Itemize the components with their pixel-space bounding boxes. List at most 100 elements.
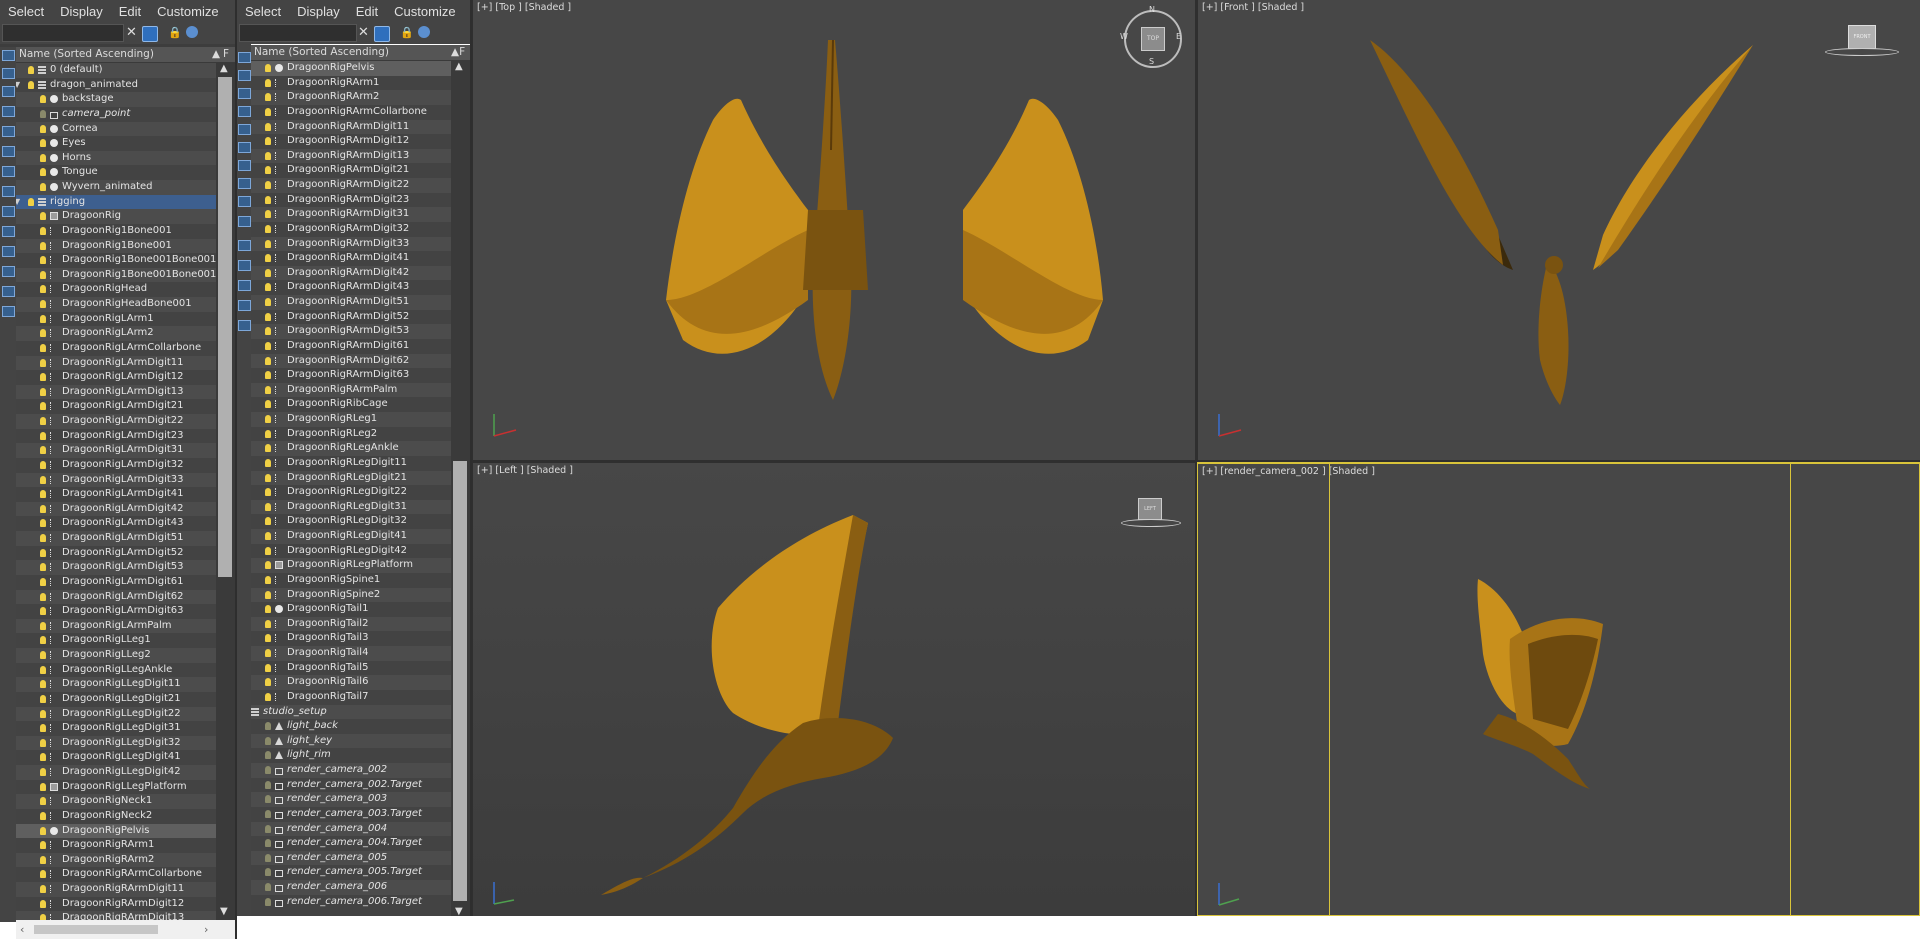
visibility-bulb-icon[interactable]	[40, 753, 46, 762]
visibility-bulb-icon[interactable]	[40, 226, 46, 235]
tree-row[interactable]: DragoonRigRLegPlatform	[251, 558, 451, 573]
visibility-bulb-icon[interactable]	[265, 619, 271, 628]
menu-display[interactable]: Display	[52, 4, 111, 19]
tree-row[interactable]: DragoonRigLLegPlatform	[16, 779, 216, 795]
tree-row[interactable]: DragoonRigLLegDigit32	[16, 735, 216, 751]
scroll-left-icon[interactable]: ‹	[20, 923, 24, 936]
visibility-bulb-icon[interactable]	[40, 826, 46, 835]
visibility-bulb-icon[interactable]	[28, 80, 34, 89]
viewport-camera[interactable]: [+] [render_camera_002 ] [Shaded ]	[1198, 463, 1920, 917]
tree-row[interactable]: DragoonRig1Bone001Bone001	[16, 253, 216, 268]
visibility-bulb-icon[interactable]	[265, 415, 271, 423]
tree-row[interactable]: render_camera_004	[251, 821, 451, 837]
menu-customize[interactable]: Customize	[386, 4, 463, 19]
tree-row[interactable]: 0 (default)	[16, 63, 216, 78]
tree-row[interactable]: render_camera_006	[251, 880, 451, 895]
visibility-bulb-icon[interactable]	[265, 751, 271, 760]
tree-row[interactable]: DragoonRigLArmDigit22	[16, 414, 216, 429]
visibility-bulb-icon[interactable]	[265, 663, 271, 672]
visibility-bulb-icon[interactable]	[265, 634, 271, 643]
tree-row[interactable]: DragoonRigLLeg2	[16, 648, 216, 663]
visibility-bulb-icon[interactable]	[265, 839, 271, 848]
visibility-bulb-icon[interactable]	[40, 460, 46, 469]
visibility-bulb-icon[interactable]	[265, 93, 271, 102]
tree-row[interactable]: render_camera_005	[251, 850, 451, 866]
visibility-bulb-icon[interactable]	[40, 797, 46, 806]
tree-row[interactable]: DragoonRigRArmDigit53	[251, 324, 451, 339]
tree-row[interactable]: DragoonRigLArmDigit43	[16, 516, 216, 531]
filter-icon[interactable]	[238, 260, 251, 271]
visibility-bulb-icon[interactable]	[40, 124, 46, 133]
tree-row[interactable]: DragoonRigRLegDigit42	[251, 543, 451, 559]
tree-row[interactable]: light_rim	[251, 748, 451, 763]
tree-row[interactable]: DragoonRigRArmDigit51	[251, 295, 451, 310]
tree-row[interactable]: DragoonRigRArmPalm	[251, 382, 451, 398]
tree-row[interactable]: render_camera_006.Target	[251, 894, 451, 910]
tree-row[interactable]: DragoonRigRArmDigit63	[251, 368, 451, 383]
filter-icon[interactable]	[2, 166, 15, 177]
visibility-bulb-icon[interactable]	[40, 665, 46, 674]
tree-row[interactable]: DragoonRigRArmDigit42	[251, 265, 451, 281]
visibility-bulb-icon[interactable]	[40, 899, 46, 908]
viewport-top[interactable]: [+] [Top ] [Shaded ] TOP N S E W	[473, 0, 1195, 460]
tree-row[interactable]: DragoonRigLLegAnkle	[16, 662, 216, 678]
tree-row[interactable]: DragoonRigLLegDigit31	[16, 721, 216, 736]
visibility-bulb-icon[interactable]	[40, 314, 46, 323]
tree-row[interactable]: ▼ dragon_animated	[16, 77, 216, 93]
tree-row[interactable]: DragoonRigLArmDigit32	[16, 457, 216, 473]
tree-row[interactable]: DragoonRigLArmDigit53	[16, 560, 216, 575]
visibility-bulb-icon[interactable]	[265, 64, 271, 72]
menu-select[interactable]: Select	[237, 4, 289, 19]
visibility-bulb-icon[interactable]	[40, 109, 46, 118]
visibility-bulb-icon[interactable]	[265, 298, 271, 306]
tree-row[interactable]: DragoonRigLLegDigit41	[16, 750, 216, 765]
visibility-bulb-icon[interactable]	[28, 197, 34, 206]
visibility-bulb-icon[interactable]	[40, 95, 46, 104]
visibility-bulb-icon[interactable]	[265, 239, 271, 248]
tree-row[interactable]: DragoonRigRLeg1	[251, 412, 451, 427]
visibility-bulb-icon[interactable]	[40, 885, 46, 893]
tree-row[interactable]: DragoonRigRArmDigit62	[251, 353, 451, 369]
visibility-bulb-icon[interactable]	[40, 153, 46, 162]
filter-icon[interactable]	[2, 246, 15, 257]
scroll-up-icon[interactable]: ▲	[220, 63, 228, 74]
tree-row[interactable]: DragoonRigLArmDigit13	[16, 384, 216, 400]
tree-row[interactable]: DragoonRigRLegDigit22	[251, 485, 451, 500]
visibility-bulb-icon[interactable]	[40, 285, 46, 294]
tree-row[interactable]: DragoonRigTail5	[251, 660, 451, 676]
tree-row[interactable]: DragoonRig1Bone001Bone001	[16, 267, 216, 283]
sync-selection-icon[interactable]	[186, 26, 198, 38]
visibility-bulb-icon[interactable]	[265, 122, 271, 131]
tree-row[interactable]: DragoonRigLLegDigit21	[16, 691, 216, 707]
visibility-bulb-icon[interactable]	[265, 575, 271, 584]
tree-row[interactable]: Horns	[16, 150, 216, 166]
filter-icon[interactable]	[238, 280, 251, 291]
filter-icon[interactable]	[238, 196, 251, 207]
tree-row[interactable]: DragoonRigRLegDigit31	[251, 499, 451, 515]
visibility-bulb-icon[interactable]	[40, 256, 46, 265]
tree-row[interactable]: light_back	[251, 719, 451, 734]
visibility-bulb-icon[interactable]	[265, 678, 271, 687]
visibility-bulb-icon[interactable]	[40, 636, 46, 645]
tree-row[interactable]: DragoonRigLArm2	[16, 326, 216, 341]
vertical-scrollbar[interactable]: ▲ ▼	[216, 63, 235, 920]
visibility-bulb-icon[interactable]	[265, 853, 271, 862]
visibility-bulb-icon[interactable]	[40, 592, 46, 601]
tree-row[interactable]: DragoonRigRArmDigit11	[16, 882, 216, 897]
tree-row[interactable]: DragoonRigRArmDigit61	[251, 338, 451, 354]
tree-row[interactable]: DragoonRigRLegDigit21	[251, 470, 451, 486]
visibility-bulb-icon[interactable]	[265, 224, 271, 233]
filter-icon[interactable]	[238, 178, 251, 189]
filter-icon[interactable]	[2, 266, 15, 277]
visibility-bulb-icon[interactable]	[40, 490, 46, 499]
tree-row[interactable]: DragoonRigNeck2	[16, 808, 216, 824]
filter-icon[interactable]	[2, 226, 15, 237]
visibility-bulb-icon[interactable]	[265, 561, 271, 570]
search-input[interactable]	[2, 24, 124, 42]
visibility-bulb-icon[interactable]	[265, 736, 271, 745]
visibility-bulb-icon[interactable]	[40, 621, 46, 630]
tree-row[interactable]: backstage	[16, 92, 216, 107]
visibility-bulb-icon[interactable]	[265, 488, 271, 497]
tree-row[interactable]: DragoonRigLArmDigit31	[16, 443, 216, 458]
tree-row[interactable]: DragoonRigHead	[16, 282, 216, 297]
